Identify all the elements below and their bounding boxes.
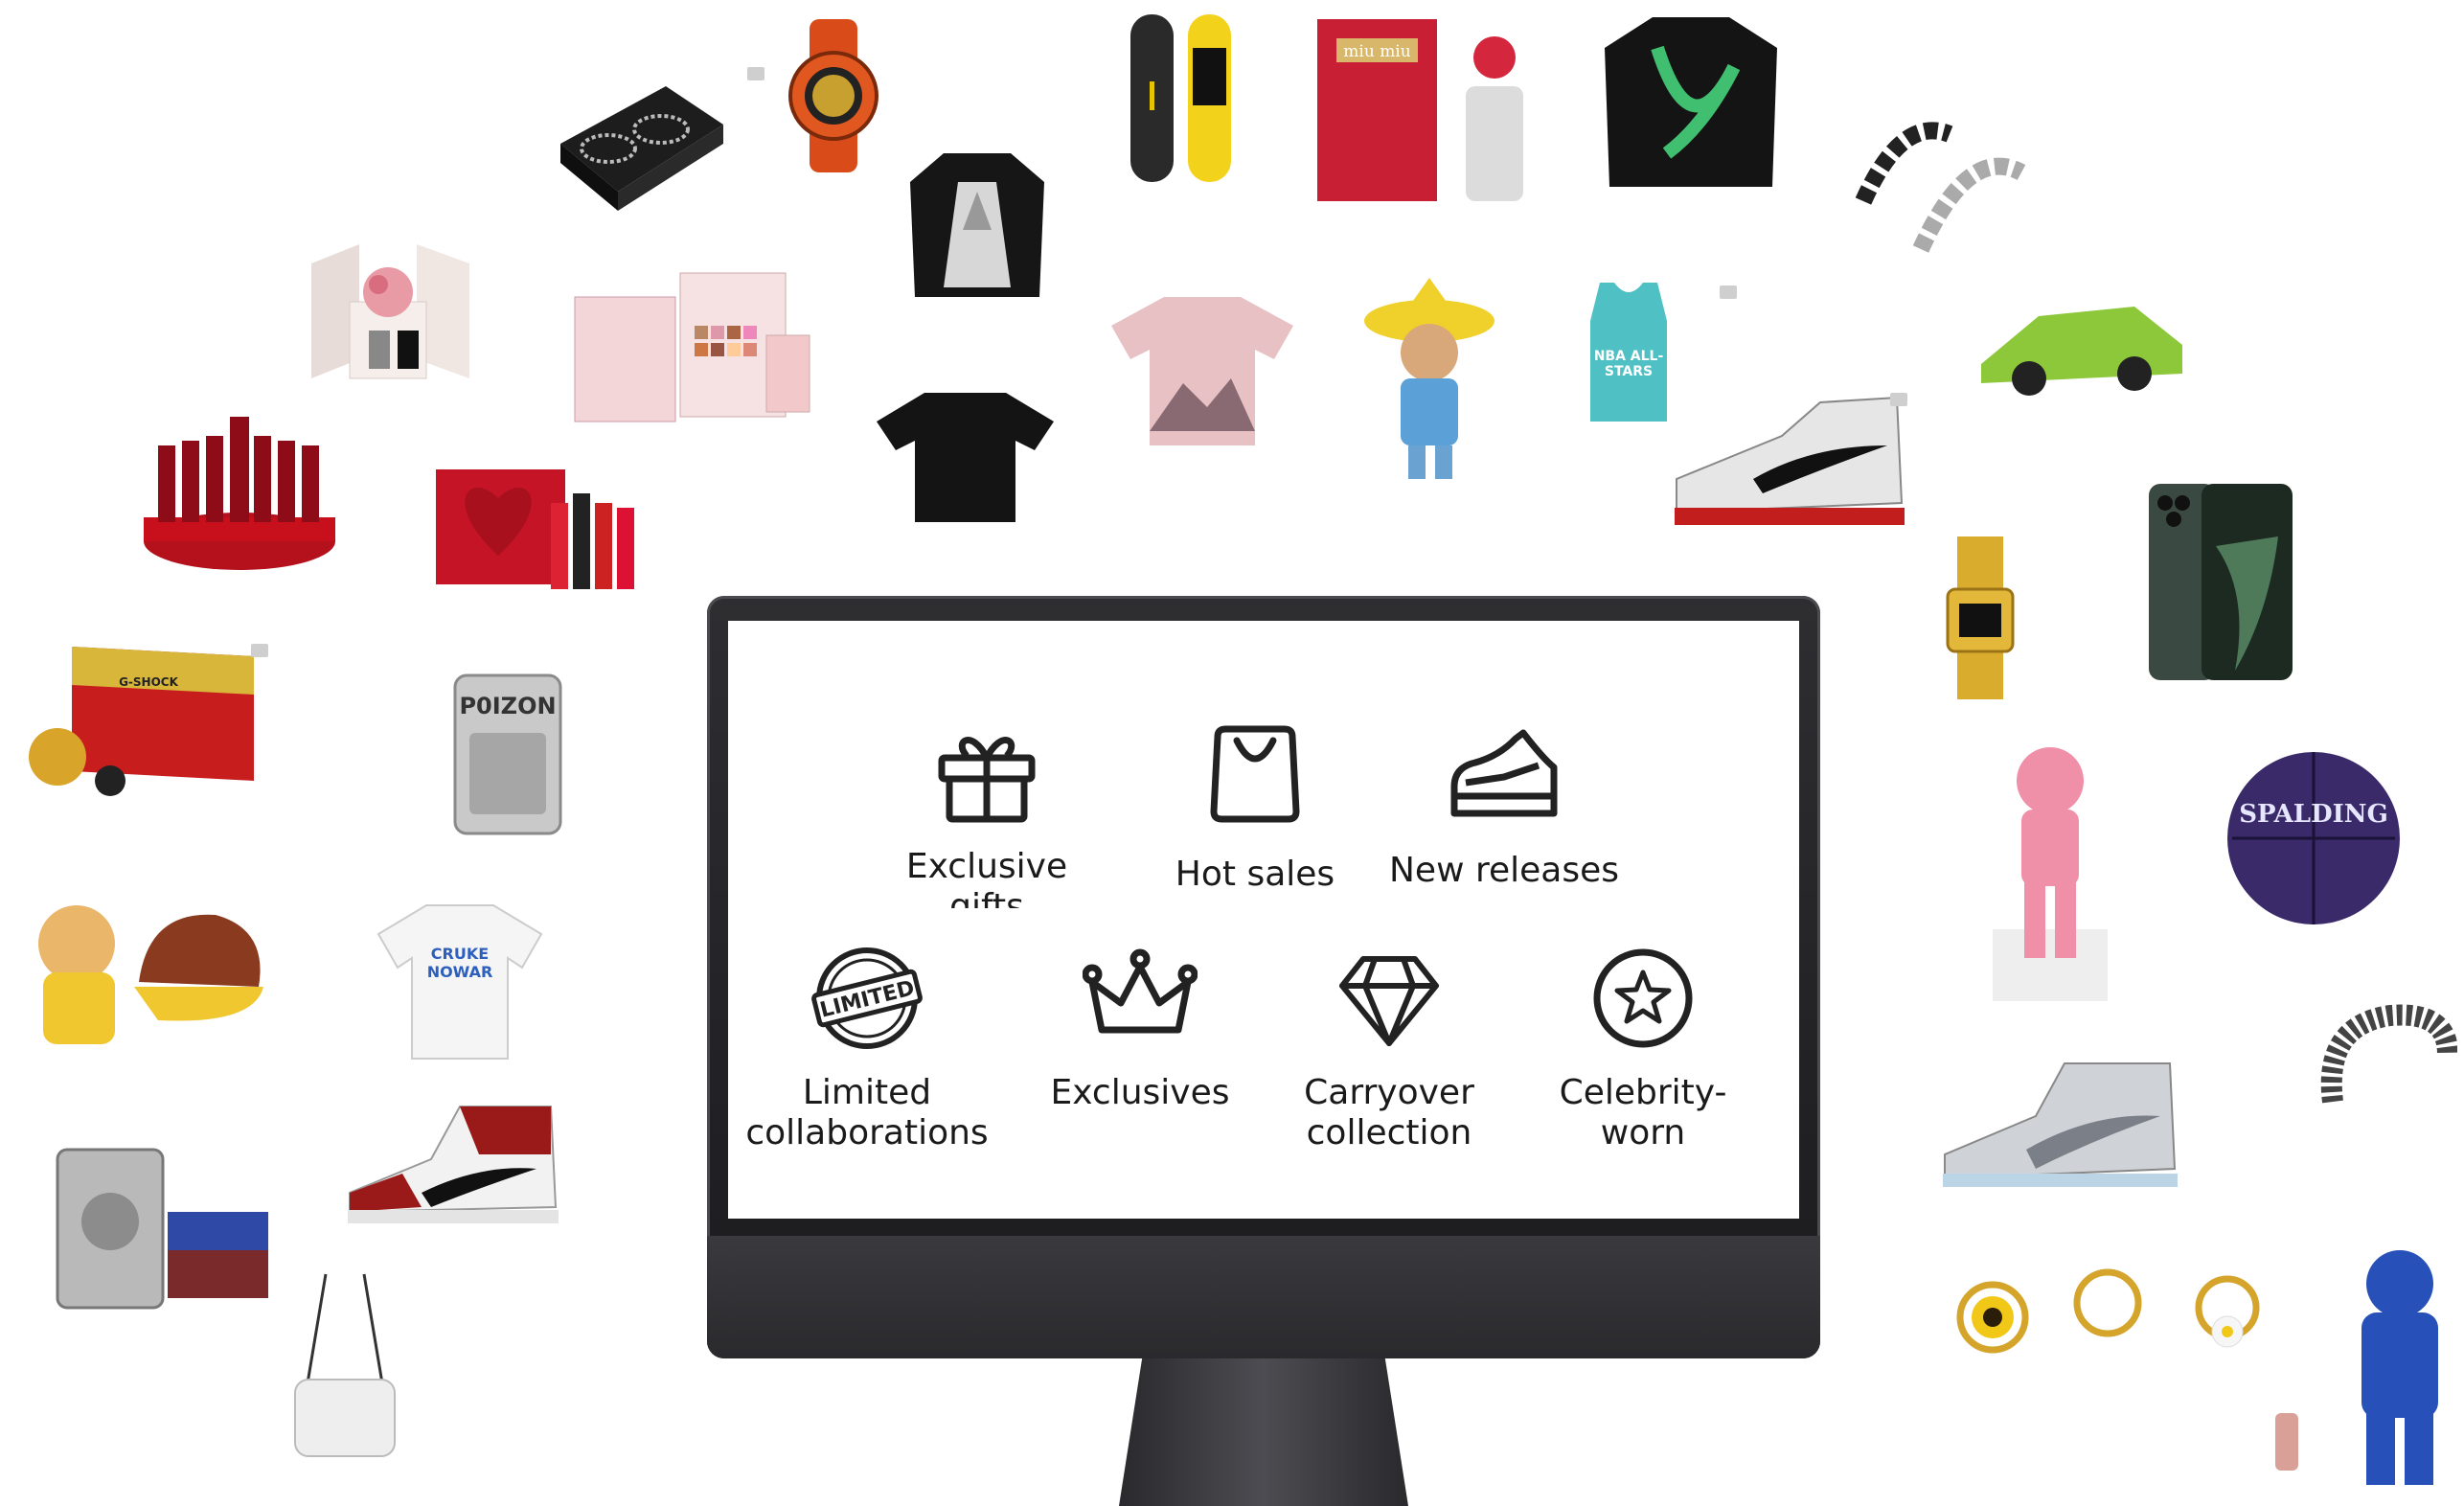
g-shock-box-text: G-SHOCK (119, 675, 178, 689)
crown-icon (1083, 941, 1198, 1056)
menu-label: Carryover collection (1304, 1073, 1474, 1152)
monitor: Exclusive gifts Hot sales New releases L… (707, 596, 1820, 1362)
basketball-icon (2227, 752, 2400, 924)
menu-hot-sales[interactable]: Hot sales (1130, 715, 1380, 895)
phone-icon (2149, 484, 2293, 680)
skateboard-icon (1130, 14, 1231, 182)
sneaker-icon (348, 1106, 559, 1223)
game-lighter-product[interactable] (53, 1145, 283, 1312)
pink-tshirt-product[interactable] (1107, 287, 1298, 450)
monitor-screen: Exclusive gifts Hot sales New releases L… (728, 621, 1799, 1219)
gift-box-icon (311, 244, 469, 379)
tshirt-icon (376, 904, 543, 1060)
gold-watch-product[interactable] (1940, 536, 2021, 699)
menu-label: Exclusives (1050, 1073, 1230, 1112)
skateboards-product[interactable] (1126, 10, 1241, 187)
perfume-brand-text: miu miu (1343, 42, 1411, 61)
figure-icon (1993, 747, 2108, 1001)
bracelet-box-product[interactable] (541, 57, 733, 220)
zippo-lighter-label: P0IZON (460, 690, 556, 722)
bearbrick-icon (2275, 1250, 2438, 1485)
grey-sneaker-product[interactable] (1940, 1059, 2179, 1193)
menu-label: Limited collaborations (745, 1073, 989, 1152)
lighter-icon (56, 1148, 268, 1310)
palette-icon (574, 272, 810, 422)
green-sweatshirt-product[interactable] (1600, 10, 1782, 192)
orange-watch-product[interactable] (781, 19, 886, 172)
toy-figure-product[interactable] (1360, 278, 1499, 484)
star-circle-icon (1586, 941, 1700, 1056)
gift-icon (929, 715, 1044, 830)
sneaker-icon (1943, 1062, 2178, 1187)
monitor-chin (707, 1236, 1820, 1358)
jersey-text: NBA ALL-STARS (1593, 349, 1664, 379)
bangle-icon (2320, 1004, 2457, 1104)
red-sneaker-product[interactable] (345, 1097, 560, 1231)
green-car-model-product[interactable] (1972, 278, 2192, 412)
sneaker-icon (1447, 715, 1562, 830)
jacket-icon (910, 153, 1044, 297)
black-tshirt-product[interactable] (872, 383, 1059, 527)
menu-new-releases[interactable]: New releases (1380, 715, 1629, 891)
tshirt-print-label: CRUKE NOWAR (407, 944, 513, 982)
menu-celebrity-worn[interactable]: Celebrity- worn (1518, 941, 1768, 1153)
shopping-bag-icon (1198, 715, 1312, 830)
crossbody-bag-product[interactable] (287, 1265, 402, 1466)
menu-carryover-collection[interactable]: Carryover collection (1265, 941, 1514, 1153)
monitor-stand (1119, 1358, 1408, 1506)
white-sneaker-product[interactable] (1667, 388, 1911, 532)
character-and-cap-product[interactable] (14, 891, 268, 1059)
g-shock-box-product[interactable] (14, 637, 263, 800)
tshirt-icon (877, 393, 1054, 522)
sneaker-icon (1675, 396, 1905, 525)
figure-icon (1364, 278, 1494, 479)
basketball-brand-text: SPALDING (2239, 800, 2388, 829)
rings-product[interactable] (1940, 1265, 2266, 1365)
menu-label: Exclusive gifts (905, 847, 1068, 908)
menu-limited-collaborations[interactable]: LIMITED Limited collaborations (742, 941, 992, 1153)
chain-bracelets-product[interactable] (1844, 105, 2036, 273)
bangle-product[interactable] (2314, 987, 2457, 1140)
sweatshirt-icon (1605, 17, 1777, 187)
pink-figure-product[interactable] (1988, 742, 2112, 1006)
ring-icon (1956, 1268, 2260, 1354)
watch-icon (788, 19, 878, 172)
lighter-brand-text: P0IZON (460, 693, 556, 719)
bag-icon (294, 1273, 396, 1457)
makeup-palette-product[interactable] (565, 268, 814, 431)
white-graphic-tshirt-product[interactable] (374, 896, 546, 1068)
bracelet-box-icon (560, 86, 723, 211)
black-jacket-product[interactable] (905, 144, 1049, 307)
menu-exclusives[interactable]: Exclusives (1015, 941, 1265, 1113)
menu-label: New releases (1389, 851, 1619, 890)
tshirt-icon (1111, 297, 1293, 445)
diamond-icon (1332, 941, 1447, 1056)
gift-chest-icon (29, 647, 254, 796)
lipstick-carousel-product[interactable] (139, 398, 340, 575)
chain-icon (1855, 122, 2026, 253)
cap-icon (38, 905, 263, 1044)
watch-icon (1946, 536, 2015, 699)
bearbrick-figures-product[interactable] (2266, 1241, 2457, 1490)
tshirt-print-text: CRUKE NOWAR (426, 945, 493, 981)
lipstick-icon (144, 417, 335, 570)
menu-label: Hot sales (1175, 855, 1335, 894)
lipstick-set-icon (436, 469, 634, 589)
menu-label: Celebrity- worn (1559, 1073, 1727, 1152)
rose-gift-box-product[interactable] (302, 225, 479, 393)
nba-jersey-label: NBA ALL-STARS (1581, 345, 1677, 383)
g-shock-box-label: G-SHOCK (105, 671, 192, 694)
smartphone-product[interactable] (2144, 479, 2297, 685)
perfume-brand-label: miu miu (1336, 40, 1418, 63)
limited-stamp-icon: LIMITED (810, 941, 924, 1056)
car-icon (1981, 307, 2182, 396)
basketball-product[interactable] (2223, 747, 2405, 929)
lipstick-set-product[interactable] (431, 465, 642, 594)
menu-exclusive-gifts[interactable]: Exclusive gifts (862, 715, 1111, 908)
basketball-label: SPALDING (2232, 795, 2395, 833)
